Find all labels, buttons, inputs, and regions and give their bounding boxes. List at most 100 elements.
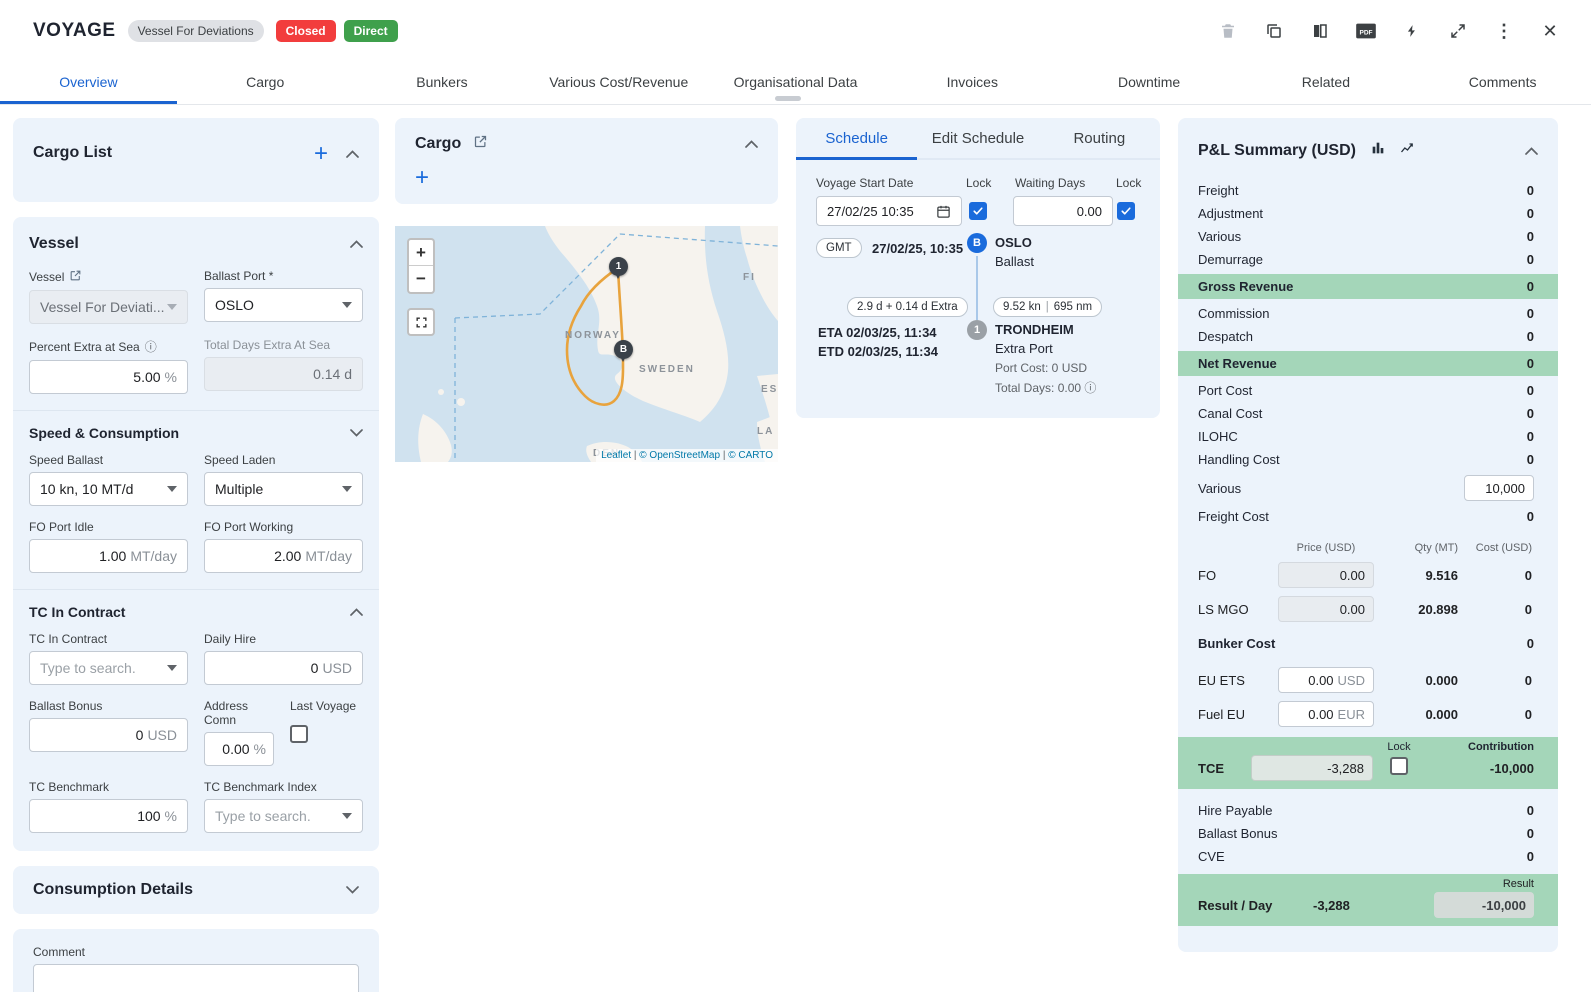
- lsmgo-qty: 20.898: [1374, 602, 1458, 617]
- tab-schedule[interactable]: Schedule: [796, 118, 917, 160]
- last-voyage-checkbox[interactable]: [290, 725, 308, 743]
- tab-various-cost-revenue[interactable]: Various Cost/Revenue: [530, 62, 707, 104]
- contribution-value: -10,000: [1425, 761, 1534, 776]
- tab-related[interactable]: Related: [1237, 62, 1414, 104]
- pnl-freight-cost-value: 0: [1527, 509, 1534, 524]
- ballast-bonus-input[interactable]: 0 USD: [29, 718, 188, 752]
- pnl-various-input[interactable]: 10,000: [1464, 475, 1534, 501]
- pnl-row-value: 0: [1527, 252, 1534, 267]
- tce-input[interactable]: -3,288: [1251, 755, 1373, 781]
- waiting-days-lock-checkbox[interactable]: [1117, 202, 1135, 220]
- result-per-day-label: Result / Day: [1198, 898, 1313, 913]
- actions-bolt-icon[interactable]: [1401, 20, 1423, 42]
- vessel-label: Vessel: [29, 270, 64, 284]
- speed-laden-select[interactable]: Multiple: [204, 472, 363, 506]
- bunker-cost-value: 0: [1527, 636, 1534, 651]
- lsmgo-cost: 0: [1458, 602, 1532, 617]
- tab-overview[interactable]: Overview: [0, 62, 177, 104]
- collapse-cargo-icon[interactable]: [745, 140, 758, 148]
- map-fullscreen-button[interactable]: [407, 308, 435, 336]
- pnl-row-value: 0: [1527, 452, 1534, 467]
- collapse-cargo-list-icon[interactable]: [346, 150, 359, 158]
- waiting-days-label: Waiting Days: [1015, 176, 1085, 190]
- delete-icon[interactable]: [1217, 20, 1239, 42]
- waiting-days-input[interactable]: 0.00: [1013, 196, 1113, 226]
- pnl-net-revenue-label: Net Revenue: [1198, 356, 1527, 371]
- panel-drag-handle[interactable]: [775, 96, 801, 101]
- trend-chart-icon[interactable]: [1398, 140, 1417, 161]
- fo-price-input[interactable]: 0.00: [1278, 562, 1374, 588]
- pnl-row-label: Canal Cost: [1198, 406, 1527, 421]
- ballast-bonus-row-value: 0: [1527, 826, 1534, 841]
- fo-port-idle-input[interactable]: 1.00 MT/day: [29, 539, 188, 573]
- tce-lock-checkbox[interactable]: [1390, 757, 1408, 775]
- voyage-start-date-input[interactable]: 27/02/25 10:35: [816, 196, 962, 226]
- tab-downtime[interactable]: Downtime: [1061, 62, 1238, 104]
- voyage-map[interactable]: NORWAY SWEDEN FI ES LA DEN 1 B + − Leafl…: [395, 226, 778, 462]
- eu-ets-price-input[interactable]: 0.00USD: [1278, 667, 1374, 693]
- map-marker-b: B: [614, 340, 633, 359]
- close-icon[interactable]: ✕: [1539, 20, 1561, 42]
- collapse-tc-icon[interactable]: [350, 608, 363, 616]
- calendar-icon[interactable]: [936, 204, 951, 219]
- voyage-start-lock-checkbox[interactable]: [969, 202, 987, 220]
- tab-cargo[interactable]: Cargo: [177, 62, 354, 104]
- tab-edit-schedule[interactable]: Edit Schedule: [917, 118, 1038, 160]
- lsmgo-price-input[interactable]: 0.00: [1278, 596, 1374, 622]
- info-icon[interactable]: ⓘ: [1084, 381, 1096, 395]
- fo-port-working-input[interactable]: 2.00 MT/day: [204, 539, 363, 573]
- speed-ballast-select[interactable]: 10 kn, 10 MT/d: [29, 472, 188, 506]
- tc-benchmark-index-select[interactable]: Type to search.: [204, 799, 363, 833]
- tc-benchmark-input[interactable]: 100 %: [29, 799, 188, 833]
- collapse-pnl-icon[interactable]: [1525, 147, 1538, 155]
- tab-routing[interactable]: Routing: [1039, 118, 1160, 160]
- address-comn-input[interactable]: 0.00 %: [204, 732, 274, 766]
- tab-bunkers[interactable]: Bunkers: [354, 62, 531, 104]
- voyage-start-label: Voyage Start Date: [816, 176, 913, 190]
- tab-comments[interactable]: Comments: [1414, 62, 1591, 104]
- ballast-port-select[interactable]: OSLO: [204, 288, 363, 322]
- info-icon[interactable]: ⓘ: [145, 338, 157, 355]
- speed-laden-label: Speed Laden: [204, 453, 275, 467]
- comment-textarea[interactable]: [33, 964, 359, 992]
- map-label-la: LA: [757, 426, 774, 437]
- result-block: Result Result / Day -3,288 -10,000: [1178, 874, 1558, 926]
- compare-icon[interactable]: [1309, 20, 1331, 42]
- collapse-consumption-icon[interactable]: [346, 886, 359, 894]
- total-days-extra-label: Total Days Extra At Sea: [204, 338, 330, 352]
- expand-icon[interactable]: [1447, 20, 1469, 42]
- fuel-eu-price-input[interactable]: 0.00EUR: [1278, 701, 1374, 727]
- more-menu-icon[interactable]: ⋮: [1493, 20, 1515, 42]
- zoom-out-button[interactable]: −: [409, 266, 433, 292]
- bar-chart-icon[interactable]: [1370, 140, 1386, 161]
- leaflet-link[interactable]: Leaflet: [601, 450, 631, 461]
- add-cargo-button[interactable]: +: [314, 144, 328, 164]
- dest-total-days: Total Days: 0.00 ⓘ: [995, 379, 1096, 396]
- tc-contract-select[interactable]: Type to search.: [29, 651, 188, 685]
- open-cargo-icon[interactable]: [473, 134, 488, 154]
- pnl-title: P&L Summary (USD): [1198, 142, 1356, 160]
- daily-hire-input[interactable]: 0 USD: [204, 651, 363, 685]
- add-cargo-item-button[interactable]: +: [415, 164, 429, 191]
- address-comn-label: Address Comn: [204, 699, 274, 727]
- timeline-connector: [976, 256, 978, 320]
- comment-label: Comment: [33, 945, 85, 959]
- timeline-dest-dot: 1: [967, 320, 987, 340]
- result-value-box: -10,000: [1434, 892, 1534, 918]
- collapse-vessel-icon[interactable]: [350, 240, 363, 248]
- consumption-details-title: Consumption Details: [33, 881, 193, 899]
- percent-extra-input[interactable]: 5.00 %: [29, 360, 188, 394]
- carto-link[interactable]: © CARTO: [728, 450, 773, 461]
- osm-link[interactable]: © OpenStreetMap: [639, 450, 720, 461]
- fuel-eu-qty: 0.000: [1374, 707, 1458, 722]
- open-vessel-icon[interactable]: [69, 269, 82, 285]
- comment-card: Comment: [13, 929, 379, 992]
- fo-cost: 0: [1458, 568, 1532, 583]
- collapse-speed-icon[interactable]: [350, 429, 363, 437]
- vessel-select[interactable]: Vessel For Deviati...: [29, 290, 188, 324]
- hire-payable-label: Hire Payable: [1198, 803, 1527, 818]
- copy-icon[interactable]: [1263, 20, 1285, 42]
- zoom-in-button[interactable]: +: [409, 240, 433, 266]
- tab-invoices[interactable]: Invoices: [884, 62, 1061, 104]
- pdf-export-icon[interactable]: PDF: [1355, 20, 1377, 42]
